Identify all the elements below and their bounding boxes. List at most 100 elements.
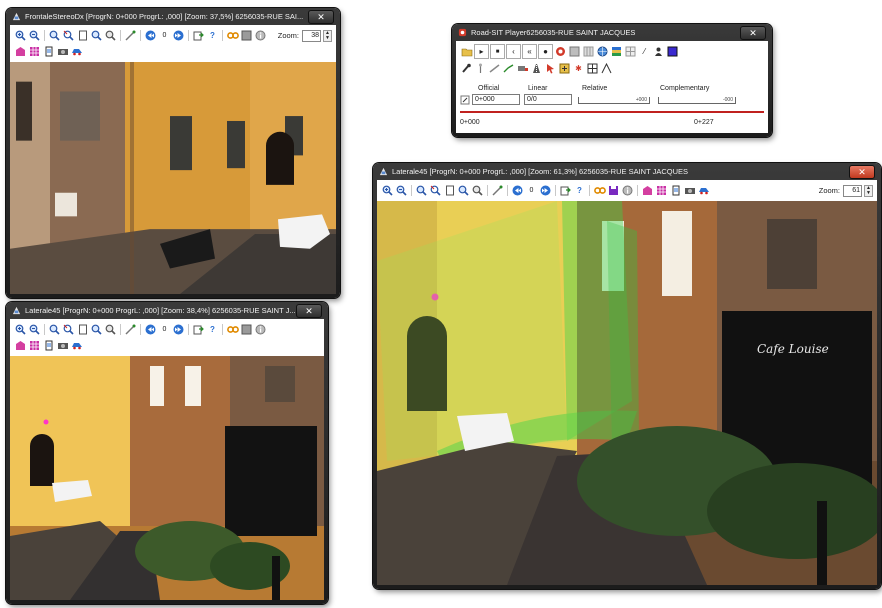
settings-icon[interactable] xyxy=(240,323,253,336)
rewind-icon[interactable]: « xyxy=(522,44,537,59)
camera-icon[interactable] xyxy=(56,339,69,352)
signal-icon[interactable] xyxy=(502,62,515,75)
tool-icon[interactable] xyxy=(460,62,473,75)
street-view-image[interactable]: Cafe Louise xyxy=(377,201,877,585)
layers-icon[interactable] xyxy=(586,62,599,75)
camera-icon[interactable] xyxy=(683,184,696,197)
zoom-original-icon[interactable] xyxy=(104,323,117,336)
locate-icon[interactable] xyxy=(460,95,470,105)
help-icon[interactable]: ? xyxy=(206,323,219,336)
zoom-input[interactable]: 61 xyxy=(843,184,862,197)
globe-icon[interactable] xyxy=(596,45,609,58)
grid-icon[interactable] xyxy=(28,339,41,352)
zoom-in-icon[interactable] xyxy=(14,29,27,42)
zoom-window-icon[interactable] xyxy=(415,184,428,197)
export-icon[interactable] xyxy=(559,184,572,197)
map-icon[interactable] xyxy=(641,184,654,197)
relative-gauge[interactable]: +000 xyxy=(578,97,650,104)
save-icon[interactable] xyxy=(607,184,620,197)
vehicle-icon[interactable] xyxy=(70,45,83,58)
measure-icon[interactable] xyxy=(124,323,137,336)
zoom-spinner[interactable]: ▲ ▼ xyxy=(323,29,332,42)
measure-icon[interactable] xyxy=(491,184,504,197)
measure-icon[interactable] xyxy=(124,29,137,42)
info-icon[interactable] xyxy=(254,29,267,42)
color-icon[interactable] xyxy=(666,45,679,58)
zoom-back-icon[interactable] xyxy=(429,184,442,197)
zoom-input[interactable]: 38 xyxy=(302,29,321,42)
stereo-icon[interactable] xyxy=(226,323,239,336)
zoom-window-icon[interactable] xyxy=(48,323,61,336)
person-icon[interactable] xyxy=(652,45,665,58)
map-icon[interactable] xyxy=(14,339,27,352)
zoom-spinner[interactable]: ▲ ▼ xyxy=(864,184,873,197)
zoom-window-icon[interactable] xyxy=(48,29,61,42)
road-icon[interactable] xyxy=(530,62,543,75)
document-icon[interactable] xyxy=(42,45,55,58)
page-icon[interactable] xyxy=(76,323,89,336)
camera-icon[interactable] xyxy=(56,45,69,58)
close-button[interactable]: ✕ xyxy=(296,303,322,318)
angle-icon[interactable] xyxy=(600,62,613,75)
flag-icon[interactable]: ✱ xyxy=(572,62,585,75)
folder-icon[interactable] xyxy=(460,45,473,58)
progress-bar[interactable] xyxy=(460,111,764,113)
complementary-gauge[interactable]: -000 xyxy=(658,97,736,104)
zoom-original-icon[interactable] xyxy=(471,184,484,197)
page-icon[interactable] xyxy=(76,29,89,42)
stereo-icon[interactable] xyxy=(593,184,606,197)
zoom-out-icon[interactable] xyxy=(28,29,41,42)
help-icon[interactable]: ? xyxy=(573,184,586,197)
measure-tool-icon[interactable] xyxy=(488,62,501,75)
grid-view-icon[interactable] xyxy=(624,45,637,58)
street-view-image[interactable] xyxy=(10,62,336,294)
marker-icon[interactable] xyxy=(558,62,571,75)
zoom-back-icon[interactable] xyxy=(62,323,75,336)
close-button[interactable]: ✕ xyxy=(308,9,334,24)
palette-icon[interactable] xyxy=(610,45,623,58)
panel-icon[interactable] xyxy=(568,45,581,58)
stop-icon[interactable]: ■ xyxy=(490,44,505,59)
play-icon[interactable]: ▸ xyxy=(474,44,489,59)
player-titlebar[interactable]: Road-SIT Player6256035-RUE SAINT JACQUES… xyxy=(452,24,772,41)
record-icon[interactable]: ● xyxy=(538,44,553,59)
help-icon[interactable]: ? xyxy=(206,29,219,42)
export-icon[interactable] xyxy=(192,29,205,42)
street-view-image[interactable] xyxy=(10,356,324,600)
pin-icon[interactable]: ⁄ xyxy=(638,45,651,58)
close-button[interactable]: ✕ xyxy=(849,164,875,179)
frontale-titlebar[interactable]: FrontaleStereoDx [ProgrN: 0+000 ProgrL: … xyxy=(6,8,340,25)
next-frame-icon[interactable] xyxy=(172,29,185,42)
zoom-fit-icon[interactable] xyxy=(90,29,103,42)
zoom-in-icon[interactable] xyxy=(14,323,27,336)
close-button[interactable]: ✕ xyxy=(740,25,766,40)
pointer-icon[interactable] xyxy=(544,62,557,75)
stereo-icon[interactable] xyxy=(226,29,239,42)
laterale-large-titlebar[interactable]: Laterale45 [ProgrN: 0+000 ProgrL: ,000] … xyxy=(373,163,881,180)
previous-frame-icon[interactable] xyxy=(511,184,524,197)
grid-icon[interactable] xyxy=(655,184,668,197)
export-icon[interactable] xyxy=(192,323,205,336)
map-icon[interactable] xyxy=(14,45,27,58)
zoom-back-icon[interactable] xyxy=(62,29,75,42)
zoom-original-icon[interactable] xyxy=(104,29,117,42)
zoom-out-icon[interactable] xyxy=(28,323,41,336)
settings-icon[interactable] xyxy=(240,29,253,42)
page-icon[interactable] xyxy=(443,184,456,197)
laterale-small-titlebar[interactable]: Laterale45 [ProgrN: 0+000 ProgrL: ,000] … xyxy=(6,302,328,319)
columns-icon[interactable] xyxy=(582,45,595,58)
info-icon[interactable] xyxy=(621,184,634,197)
zoom-fit-icon[interactable] xyxy=(457,184,470,197)
antenna-icon[interactable] xyxy=(474,62,487,75)
grid-icon[interactable] xyxy=(28,45,41,58)
truck-icon[interactable] xyxy=(516,62,529,75)
official-field[interactable]: 0+000 xyxy=(472,94,520,105)
previous-frame-icon[interactable] xyxy=(144,29,157,42)
step-back-icon[interactable]: ‹ xyxy=(506,44,521,59)
vehicle-icon[interactable] xyxy=(697,184,710,197)
linear-field[interactable]: 0/0 xyxy=(524,94,572,105)
info-icon[interactable] xyxy=(254,323,267,336)
target-icon[interactable] xyxy=(554,45,567,58)
vehicle-icon[interactable] xyxy=(70,339,83,352)
previous-frame-icon[interactable] xyxy=(144,323,157,336)
